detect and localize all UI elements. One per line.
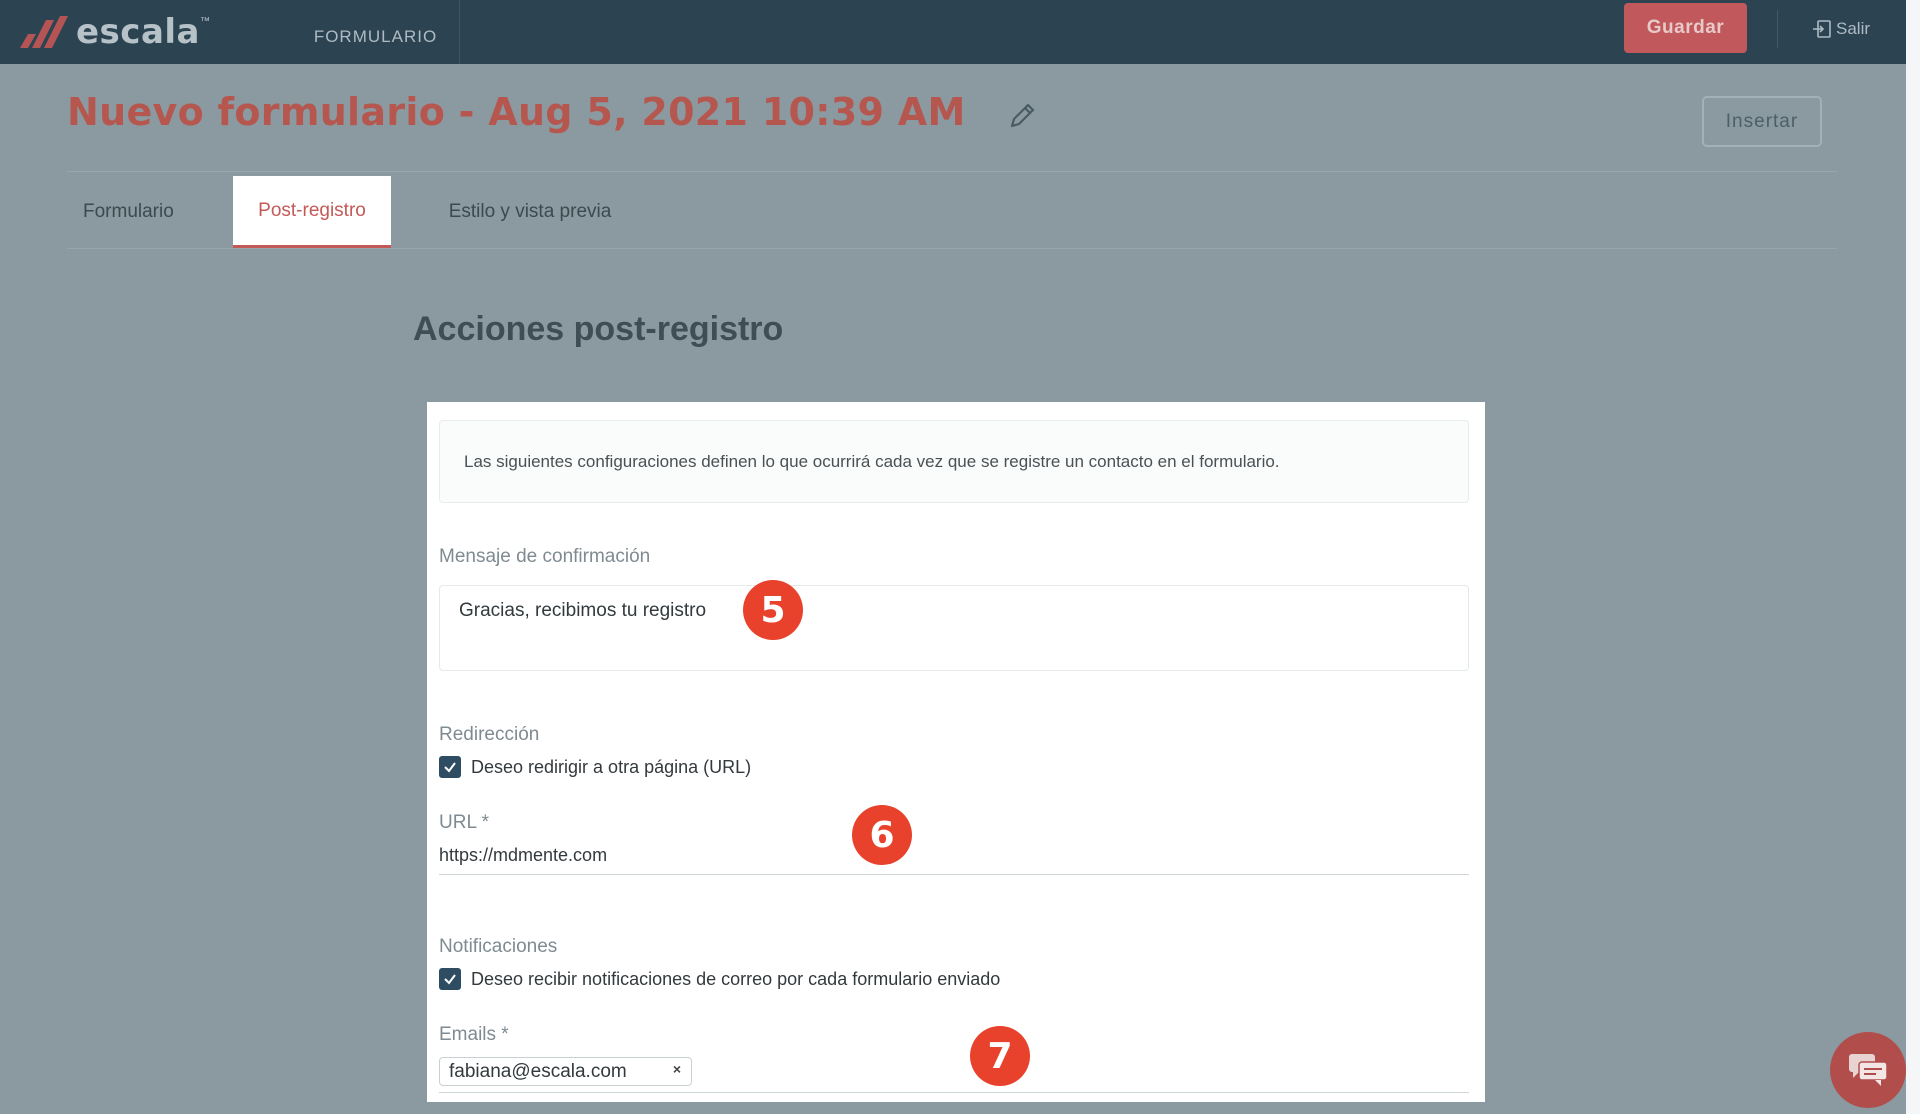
tab-post-registro[interactable]: Post-registro [233, 176, 391, 248]
tab-formulario[interactable]: Formulario [67, 176, 202, 248]
chat-widget-button[interactable] [1830, 1032, 1906, 1108]
notifications-checkbox-label: Deseo recibir notificaciones de correo p… [471, 968, 1001, 989]
redirect-checkbox-row[interactable]: Deseo redirigir a otra página (URL) [439, 756, 751, 778]
callout-badge-7: 7 [970, 1026, 1030, 1086]
tab-estilo-vista-previa[interactable]: Estilo y vista previa [420, 176, 640, 248]
logout-link[interactable]: Salir [1812, 14, 1870, 44]
emails-label: Emails * [439, 1024, 509, 1045]
confirmation-label: Mensaje de confirmación [439, 546, 651, 567]
info-notice: Las siguientes configuraciones definen l… [439, 420, 1469, 503]
url-input-underline [439, 874, 1469, 875]
page-title-row: Nuevo formulario - Aug 5, 2021 10:39 AM [67, 90, 1038, 134]
notifications-checkbox[interactable] [439, 968, 461, 990]
redirect-checkbox[interactable] [439, 756, 461, 778]
nav-section-formulario[interactable]: FORMULARIO [292, 0, 460, 64]
callout-badge-6: 6 [852, 805, 912, 865]
url-input[interactable]: https://mdmente.com [439, 845, 607, 866]
redirect-label: Redirección [439, 724, 540, 745]
callout-badge-5: 5 [743, 580, 803, 640]
url-label: URL * [439, 812, 489, 833]
tab-label: Estilo y vista previa [448, 201, 612, 222]
section-title: Acciones post-registro [413, 310, 784, 348]
escala-logo-mark-icon [20, 16, 68, 48]
top-navigation-bar: escala ™ FORMULARIO Guardar Salir [0, 0, 1920, 64]
email-chip-value: fabiana@escala.com [449, 1060, 627, 1082]
logout-label: Salir [1836, 19, 1871, 38]
tabs-divider [67, 248, 1837, 249]
header-divider [67, 171, 1837, 172]
nav-section-label: FORMULARIO [313, 27, 438, 46]
email-chip[interactable]: fabiana@escala.com × [439, 1057, 692, 1086]
notifications-checkbox-row[interactable]: Deseo recibir notificaciones de correo p… [439, 968, 1000, 990]
tab-label: Formulario [83, 201, 174, 222]
info-text: Las siguientes configuraciones definen l… [464, 451, 1280, 471]
save-button[interactable]: Guardar [1624, 3, 1747, 53]
chat-bubbles-icon [1849, 1054, 1888, 1086]
checkmark-icon [444, 762, 456, 773]
brand-name: escala [76, 12, 200, 52]
tab-label: Post-registro [258, 199, 366, 221]
post-registro-card: Las siguientes configuraciones definen l… [427, 402, 1485, 1102]
redirect-checkbox-label: Deseo redirigir a otra página (URL) [471, 756, 752, 777]
window-edge [1906, 0, 1920, 1114]
trademark-mark: ™ [200, 16, 210, 27]
emails-input-underline [439, 1092, 1469, 1093]
insert-button[interactable]: Insertar [1702, 96, 1822, 147]
logout-icon [1813, 20, 1831, 38]
pencil-icon[interactable] [1006, 100, 1038, 132]
topbar-divider [1777, 10, 1778, 48]
notifications-label: Notificaciones [439, 936, 558, 957]
checkmark-icon [444, 974, 456, 985]
escala-logo[interactable]: escala ™ [18, 8, 210, 56]
remove-email-icon[interactable]: × [673, 1061, 681, 1077]
confirmation-message-textarea[interactable]: Gracias, recibimos tu registro [439, 585, 1469, 671]
page-title: Nuevo formulario - Aug 5, 2021 10:39 AM [67, 90, 966, 134]
confirmation-message-value: Gracias, recibimos tu registro [459, 600, 707, 621]
